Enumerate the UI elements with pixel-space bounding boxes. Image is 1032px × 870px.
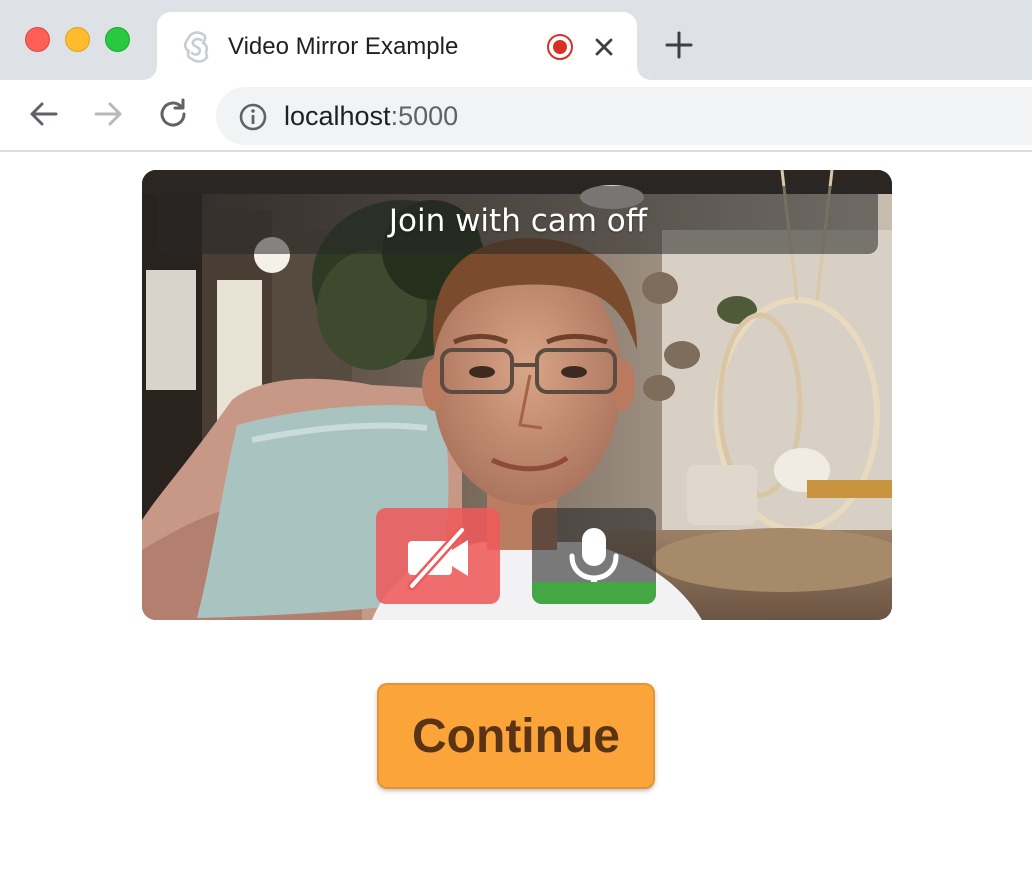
- address-bar[interactable]: localhost:5000: [216, 87, 1032, 145]
- cam-off-banner: Join with cam off: [158, 186, 878, 254]
- url-host: localhost: [284, 101, 391, 131]
- plus-icon[interactable]: [664, 30, 694, 60]
- close-window-button[interactable]: [25, 27, 50, 52]
- video-preview: Join with cam off: [142, 170, 892, 620]
- close-icon[interactable]: [589, 32, 619, 62]
- minimize-window-button[interactable]: [65, 27, 90, 52]
- back-arrow-icon[interactable]: [26, 96, 62, 132]
- reload-icon[interactable]: [155, 96, 191, 132]
- microphone-toggle-button[interactable]: [532, 508, 656, 604]
- camera-off-icon: [407, 525, 468, 591]
- camera-toggle-button[interactable]: [376, 508, 500, 604]
- url-port: :5000: [390, 101, 459, 131]
- url-text[interactable]: localhost:5000: [284, 101, 458, 132]
- tab-strip: Video Mirror Example: [0, 0, 1032, 80]
- svelte-logo-icon: [183, 31, 209, 63]
- tab-title: Video Mirror Example: [228, 33, 459, 60]
- continue-button[interactable]: Continue: [377, 683, 655, 789]
- forward-arrow-icon[interactable]: [90, 96, 126, 132]
- browser-toolbar: localhost:5000: [0, 80, 1032, 152]
- info-icon[interactable]: [238, 102, 268, 132]
- record-icon: [547, 34, 573, 60]
- mic-level-meter: [532, 582, 656, 604]
- maximize-window-button[interactable]: [105, 27, 130, 52]
- browser-tab[interactable]: Video Mirror Example: [157, 12, 637, 80]
